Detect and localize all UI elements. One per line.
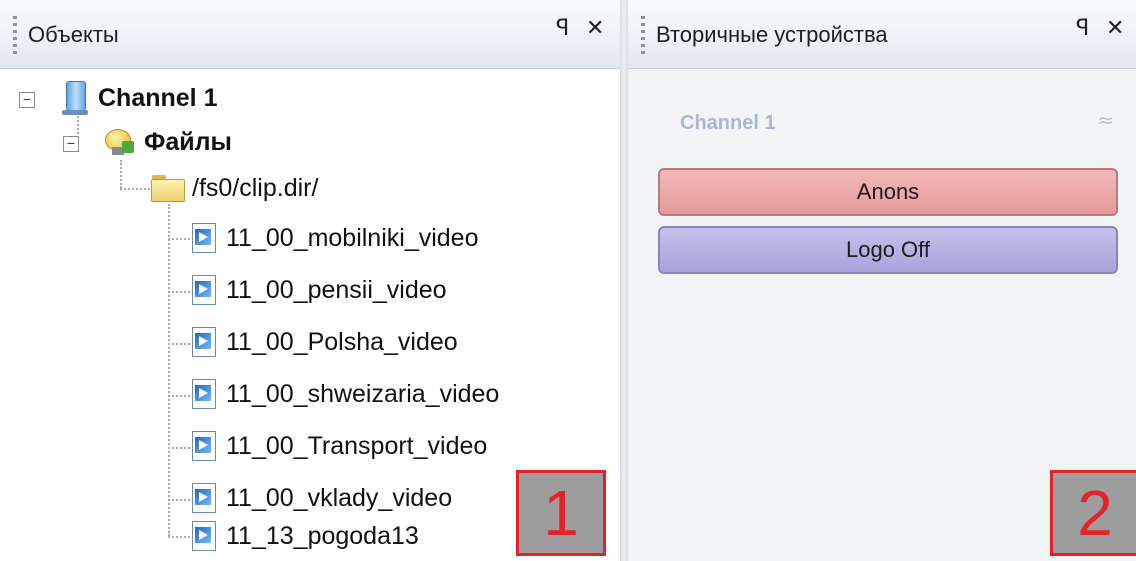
video-file-icon xyxy=(190,223,218,253)
tree-connector xyxy=(168,343,190,345)
video-file-icon xyxy=(190,483,218,513)
close-icon[interactable]: ✕ xyxy=(1106,16,1124,41)
video-file-icon xyxy=(190,431,218,461)
files-icon xyxy=(102,127,136,157)
tree-connector xyxy=(168,447,190,449)
tree-connector xyxy=(120,188,150,190)
video-file-icon xyxy=(190,379,218,409)
tree-item-video[interactable]: 11_13_pogoda13 xyxy=(190,516,419,556)
folder-icon xyxy=(150,175,185,202)
video-file-icon xyxy=(190,521,218,551)
secondary-devices-panel: Вторичные устройства ꟼ ✕ Channel 1 ≈ Ano… xyxy=(628,0,1136,561)
tree-item-video[interactable]: 11_00_mobilniki_video xyxy=(190,218,479,258)
callout-marker-1: 1 xyxy=(516,470,606,556)
tree-node-channel[interactable]: Channel 1 xyxy=(60,78,217,118)
tree-node-channel-label: Channel 1 xyxy=(98,83,218,112)
tree-item-video[interactable]: 11_00_Polsha_video xyxy=(190,322,458,362)
pin-icon[interactable]: ꟼ xyxy=(1076,16,1089,41)
tree-connector xyxy=(168,291,190,293)
secondary-devices-titlebar: Вторичные устройства ꟼ ✕ xyxy=(628,0,1136,69)
drag-grip-icon[interactable] xyxy=(13,16,17,58)
tree-item-video[interactable]: 11_00_shweizaria_video xyxy=(190,374,499,414)
objects-panel-title: Объекты xyxy=(28,22,119,47)
device-group-label: Channel 1 xyxy=(680,112,776,134)
tree-connector xyxy=(168,238,190,240)
tree-connector xyxy=(120,160,122,188)
tree-item-label: 11_00_Polsha_video xyxy=(226,327,458,356)
tree-item-video[interactable]: 11_00_vklady_video xyxy=(190,478,452,518)
pin-icon[interactable]: ꟼ xyxy=(556,16,569,41)
tree-item-label: 11_00_mobilniki_video xyxy=(226,223,479,252)
collapse-channel-button[interactable]: − xyxy=(19,92,35,108)
tree-item-label: 11_00_Transport_video xyxy=(226,431,488,460)
drag-grip-icon[interactable] xyxy=(641,16,645,58)
tree-item-label: 11_13_pogoda13 xyxy=(226,521,419,550)
tree-connector xyxy=(168,536,190,538)
objects-panel: Объекты ꟼ ✕ − Channel 1 − Файлы /fs0/cli… xyxy=(0,0,620,561)
video-file-icon xyxy=(190,327,218,357)
tree-item-label: 11_00_pensii_video xyxy=(226,275,447,304)
objects-panel-titlebar: Объекты ꟼ ✕ xyxy=(0,0,620,69)
video-file-icon xyxy=(190,275,218,305)
tree-connector xyxy=(77,116,79,138)
tree-item-video[interactable]: 11_00_Transport_video xyxy=(190,426,487,466)
tree-item-label: 11_00_shweizaria_video xyxy=(226,379,500,408)
tree-connector xyxy=(168,395,190,397)
collapse-files-button[interactable]: − xyxy=(63,136,79,152)
tree-item-label: 11_00_vklady_video xyxy=(226,483,453,512)
tree-node-files[interactable]: Файлы xyxy=(102,122,232,162)
tree-connector xyxy=(168,499,190,501)
tree-item-video[interactable]: 11_00_pensii_video xyxy=(190,270,447,310)
callout-marker-2: 2 xyxy=(1050,470,1136,556)
anons-button[interactable]: Anons xyxy=(658,168,1118,216)
tree-node-folder[interactable]: /fs0/clip.dir/ xyxy=(150,168,318,208)
secondary-devices-title: Вторичные устройства xyxy=(656,22,888,47)
computer-icon xyxy=(60,81,90,115)
collapse-group-icon[interactable]: ≈ xyxy=(1097,108,1114,132)
close-icon[interactable]: ✕ xyxy=(586,16,604,41)
tree-node-files-label: Файлы xyxy=(144,127,232,156)
tree-node-folder-label: /fs0/clip.dir/ xyxy=(192,173,319,202)
logo-off-button[interactable]: Logo Off xyxy=(658,226,1118,274)
panel-splitter[interactable] xyxy=(620,0,628,561)
tree-connector xyxy=(168,204,170,536)
